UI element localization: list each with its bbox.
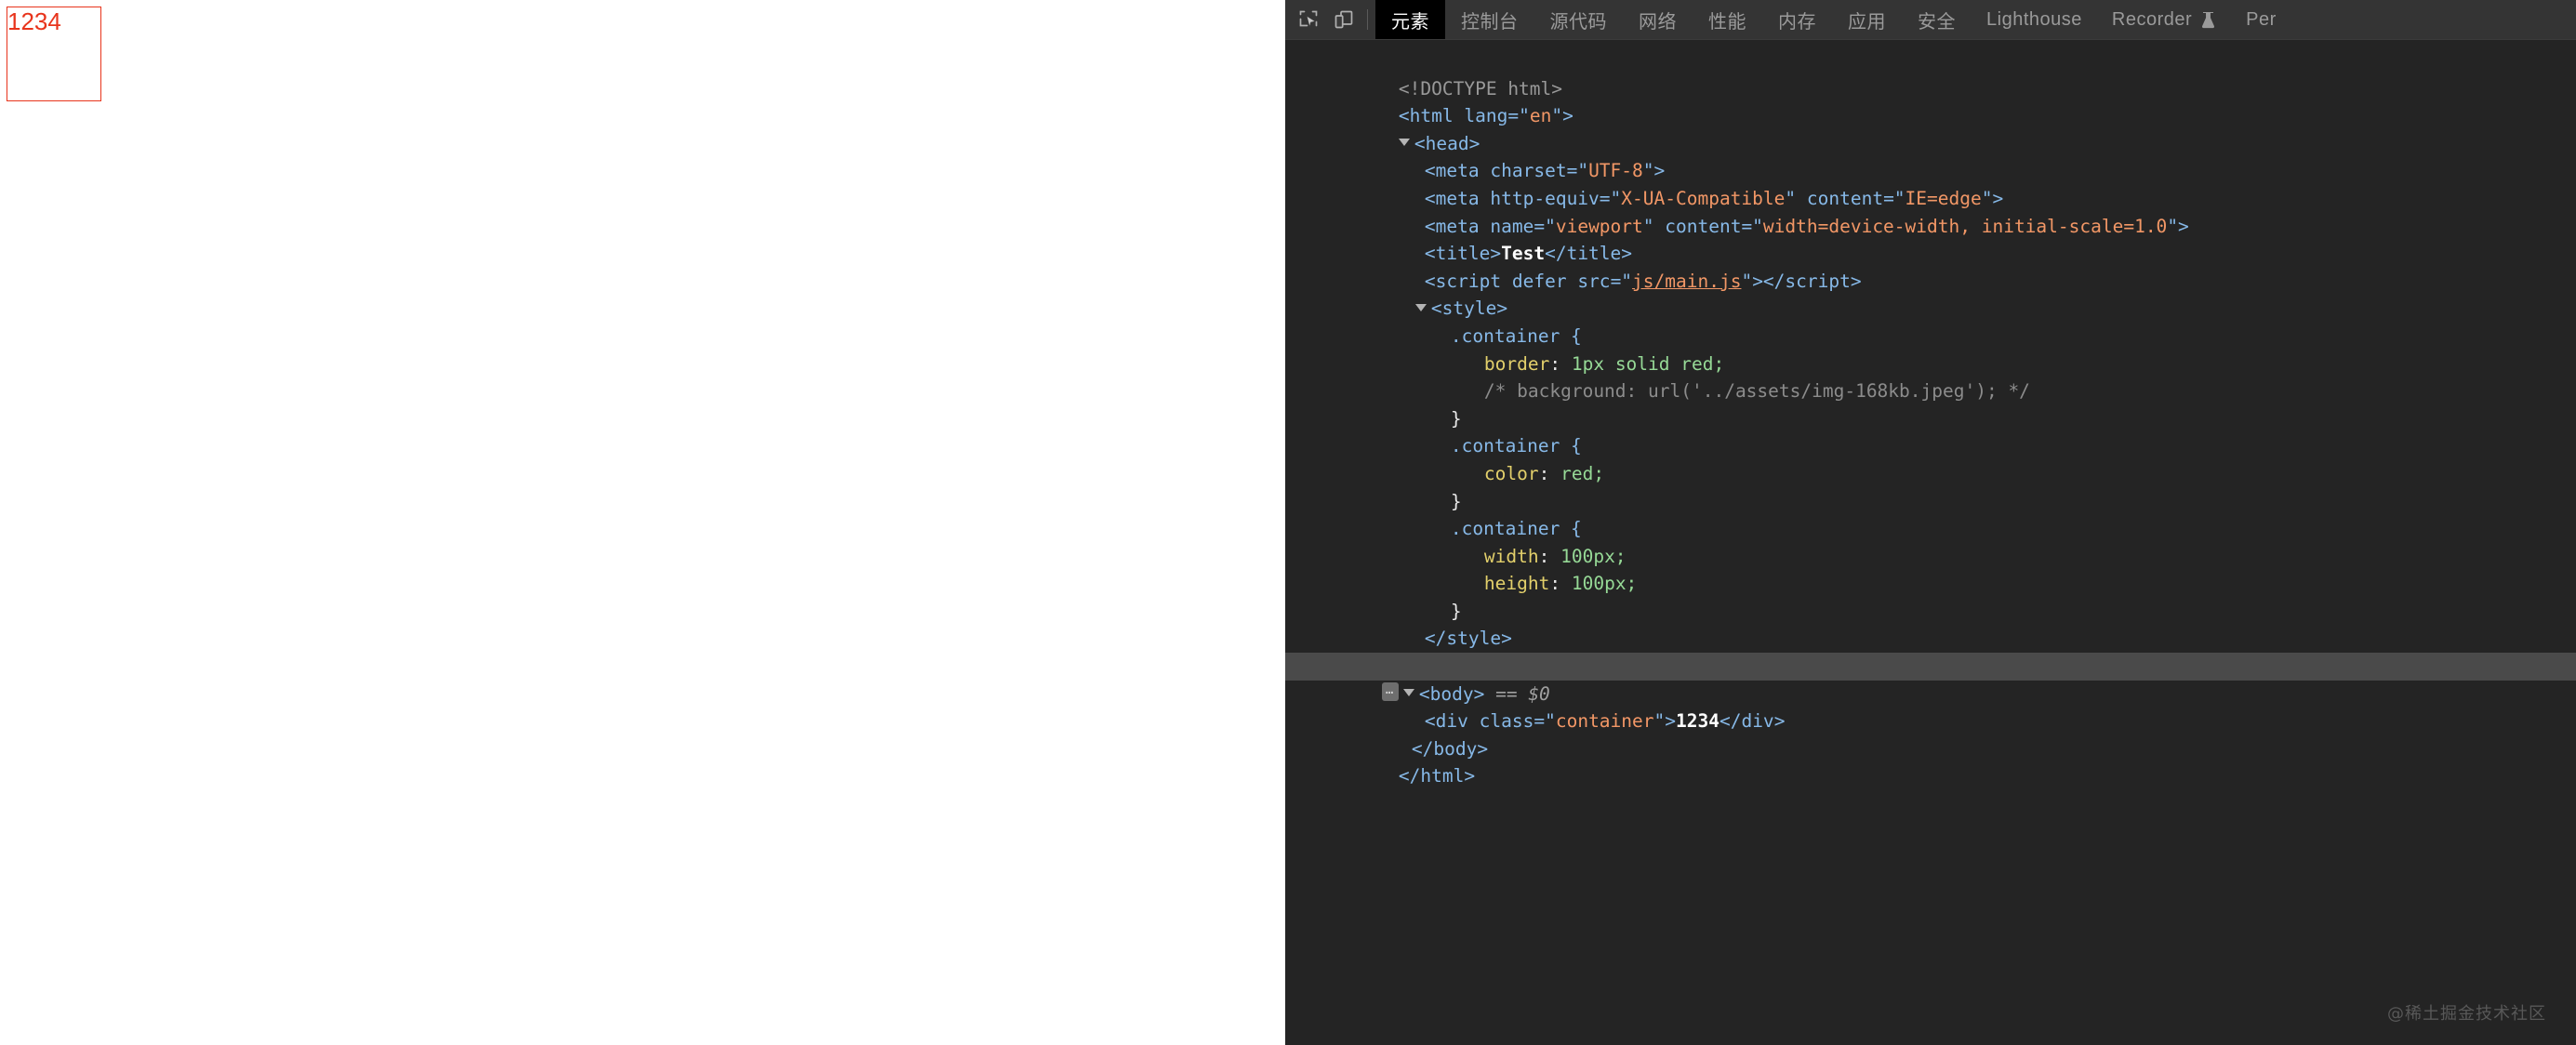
tab-performance-insights[interactable]: Per (2231, 0, 2291, 39)
tab-performance[interactable]: 性能 (1693, 0, 1762, 39)
tab-security[interactable]: 安全 (1902, 0, 1972, 39)
dom-row-html-open[interactable]: <html lang="en"> (1285, 75, 2576, 103)
dom-row-css-selector[interactable]: .container { (1285, 295, 2576, 323)
tab-network[interactable]: 网络 (1623, 0, 1693, 39)
watermark: @稀土掘金技术社区 (2387, 1000, 2546, 1025)
dom-row-css-close[interactable]: } (1285, 377, 2576, 405)
dom-row-css-close[interactable]: } (1285, 570, 2576, 598)
dom-row-script[interactable]: <script defer src="js/main.js"></script> (1285, 240, 2576, 268)
inspect-element-icon[interactable] (1291, 0, 1326, 39)
tag-name-close: html (1420, 765, 1464, 787)
dom-row-head-open[interactable]: <head> (1285, 102, 2576, 130)
dom-row-css-comment[interactable]: /* background: url('../assets/img-168kb.… (1285, 351, 2576, 378)
dom-row-css-selector[interactable]: .container { (1285, 405, 2576, 433)
dom-row-html-close[interactable]: </html> (1285, 735, 2576, 763)
dom-tree[interactable]: <!DOCTYPE html> <html lang="en"> <head> … (1285, 40, 2576, 1045)
dom-row-doctype[interactable]: <!DOCTYPE html> (1285, 47, 2576, 75)
tab-label: 安全 (1918, 7, 1956, 33)
tab-label: 应用 (1848, 7, 1886, 33)
screenshot-root: 1234 元素 控制台 (0, 0, 2576, 1045)
flask-icon (2200, 11, 2216, 29)
dom-row-head-close[interactable]: </head> (1285, 625, 2576, 653)
toolbar-divider (1367, 9, 1368, 30)
tab-label: Per (2246, 9, 2277, 31)
device-toolbar-icon[interactable] (1326, 0, 1361, 39)
dom-row-style-open[interactable]: <style> (1285, 268, 2576, 296)
devtools-panel: 元素 控制台 源代码 网络 性能 内存 应用 安全 (1285, 0, 2576, 1045)
tab-sources[interactable]: 源代码 (1534, 0, 1624, 39)
tab-label: Recorder (2112, 9, 2192, 31)
tab-elements[interactable]: 元素 (1375, 0, 1445, 39)
dom-row-css-decl-color[interactable]: color: red; (1285, 432, 2576, 460)
dom-row-body-close[interactable]: </body> (1285, 708, 2576, 735)
page-container-div: 1234 (7, 7, 101, 101)
dom-row-meta-charset[interactable]: <meta charset="UTF-8"> (1285, 130, 2576, 158)
tab-label: 元素 (1391, 7, 1429, 33)
dom-row-body-open-selected[interactable]: …<body> == $0 (1285, 653, 2576, 681)
dom-row-css-close[interactable]: } (1285, 460, 2576, 488)
dom-row-css-decl-width[interactable]: width: 100px; (1285, 515, 2576, 543)
devtools-tabbar: 元素 控制台 源代码 网络 性能 内存 应用 安全 (1285, 0, 2576, 40)
page-viewport: 1234 (0, 0, 1285, 1045)
tab-memory[interactable]: 内存 (1762, 0, 1832, 39)
tab-label: 性能 (1708, 7, 1746, 33)
dom-row-meta-viewport[interactable]: <meta name="viewport" content="width=dev… (1285, 185, 2576, 213)
tab-recorder[interactable]: Recorder (2097, 0, 2231, 39)
tab-label: 源代码 (1550, 7, 1608, 33)
tab-label: 控制台 (1461, 7, 1519, 33)
tab-label: 内存 (1778, 7, 1816, 33)
tab-lighthouse[interactable]: Lighthouse (1972, 0, 2097, 39)
dom-row-css-decl-height[interactable]: height: 100px; (1285, 543, 2576, 571)
dom-row-css-decl-border[interactable]: border: 1px solid red; (1285, 323, 2576, 351)
tab-label: 网络 (1639, 7, 1677, 33)
tab-application[interactable]: 应用 (1832, 0, 1902, 39)
tab-console[interactable]: 控制台 (1445, 0, 1534, 39)
dom-row-meta-http-equiv[interactable]: <meta http-equiv="X-UA-Compatible" conte… (1285, 157, 2576, 185)
tab-label: Lighthouse (1986, 9, 2082, 31)
dom-row-div-container[interactable]: <div class="container">1234</div> (1285, 681, 2576, 708)
dom-row-style-close[interactable]: </style> (1285, 598, 2576, 626)
dom-row-title[interactable]: <title>Test</title> (1285, 213, 2576, 241)
dom-row-css-selector[interactable]: .container { (1285, 488, 2576, 516)
